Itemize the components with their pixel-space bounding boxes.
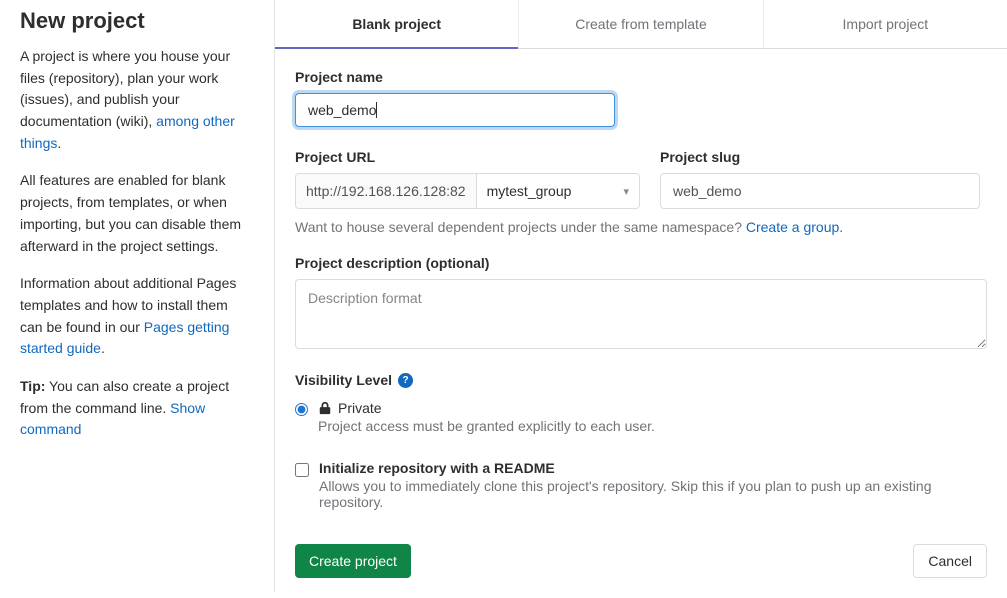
visibility-level-label: Visibility Level xyxy=(295,372,392,388)
namespace-hint: Want to house several dependent projects… xyxy=(295,219,987,235)
help-icon[interactable]: ? xyxy=(398,373,413,388)
initialize-readme-label: Initialize repository with a README xyxy=(319,460,959,476)
project-url-prefix: http://192.168.126.128:82 xyxy=(296,174,477,208)
text-caret xyxy=(376,102,377,118)
project-slug-input[interactable] xyxy=(660,173,980,209)
create-group-link[interactable]: Create a group. xyxy=(746,219,843,235)
tab-blank-project[interactable]: Blank project xyxy=(275,0,519,48)
tip-label: Tip: xyxy=(20,378,45,394)
tab-create-from-template[interactable]: Create from template xyxy=(519,0,763,48)
project-description-input[interactable] xyxy=(295,279,987,349)
initialize-readme-checkbox[interactable] xyxy=(295,463,309,477)
project-name-label: Project name xyxy=(295,69,987,85)
lock-icon xyxy=(318,401,332,415)
sidebar-intro-1: A project is where you house your files … xyxy=(20,46,254,154)
project-slug-label: Project slug xyxy=(660,149,980,165)
sidebar-intro-3: Information about additional Pages templ… xyxy=(20,273,254,360)
chevron-down-icon: ▾ xyxy=(623,185,629,198)
project-name-input[interactable]: web_demo xyxy=(295,93,615,127)
initialize-readme-desc: Allows you to immediately clone this pro… xyxy=(319,478,959,510)
sidebar-tip: Tip: You can also create a project from … xyxy=(20,376,254,441)
cancel-button[interactable]: Cancel xyxy=(913,544,987,578)
visibility-private-desc: Project access must be granted explicitl… xyxy=(318,418,655,434)
page-title: New project xyxy=(20,8,254,34)
tab-import-project[interactable]: Import project xyxy=(764,0,1007,48)
sidebar-intro-2: All features are enabled for blank proje… xyxy=(20,170,254,257)
project-url-label: Project URL xyxy=(295,149,640,165)
create-project-button[interactable]: Create project xyxy=(295,544,411,578)
project-tabs: Blank project Create from template Impor… xyxy=(275,0,1007,49)
namespace-select[interactable]: mytest_group ▾ xyxy=(477,174,639,208)
visibility-private-radio[interactable] xyxy=(295,403,308,416)
project-description-label: Project description (optional) xyxy=(295,255,987,271)
